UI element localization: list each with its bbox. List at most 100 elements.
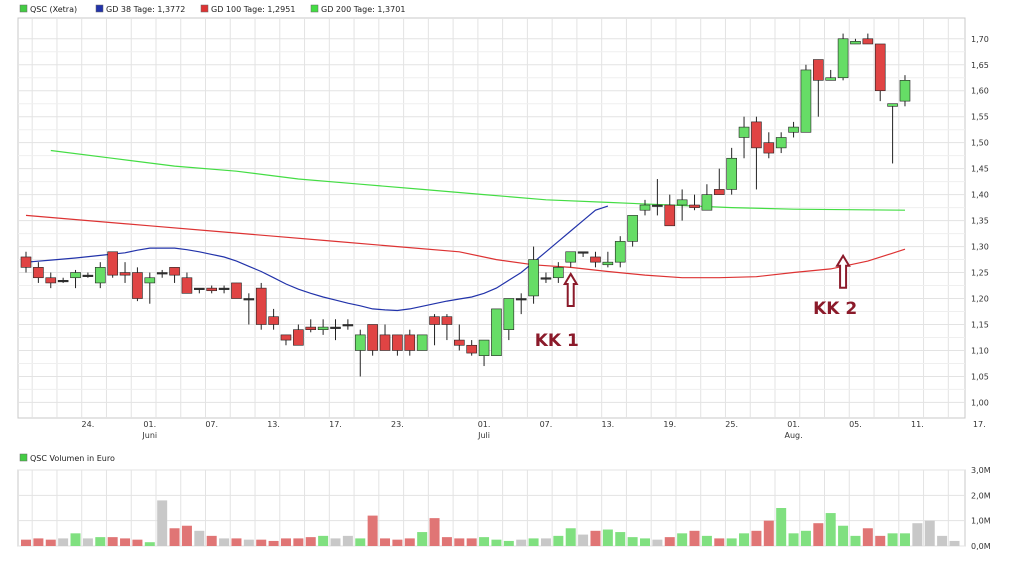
volume-bar <box>268 540 279 546</box>
volume-bar <box>157 500 168 546</box>
candle-body <box>453 339 465 346</box>
volume-bar <box>887 533 898 546</box>
candle-body <box>478 339 490 356</box>
volume-bar <box>342 535 353 546</box>
volume-legend-swatch <box>19 453 28 462</box>
y-tick-label: 1,00 <box>971 398 989 407</box>
candle-body <box>441 316 453 325</box>
candle-body <box>367 324 378 351</box>
volume-bar <box>503 540 514 546</box>
volume-bar <box>578 534 589 546</box>
candle-body <box>293 329 304 346</box>
volume-bar <box>528 538 539 546</box>
volume-bar <box>107 537 118 546</box>
legend-swatch <box>19 4 28 13</box>
y-tick-label: 1,50 <box>971 139 989 148</box>
candle-body <box>528 259 539 297</box>
volume-bar <box>231 538 242 546</box>
y-tick-label: 1,55 <box>971 113 989 122</box>
candle-body <box>305 326 317 330</box>
volume-bar <box>800 530 811 546</box>
volume-bar <box>838 525 849 546</box>
x-month-label: Juni <box>141 431 157 440</box>
candle-body <box>738 126 750 138</box>
x-tick-label: 07. <box>205 420 218 429</box>
y-tick-label: 1,30 <box>971 243 989 252</box>
candle-body <box>119 272 131 276</box>
volume-bar <box>899 533 910 546</box>
candle-body <box>231 282 242 299</box>
volume-bar <box>454 538 465 546</box>
legend-swatch <box>200 4 209 13</box>
x-tick-label: 11. <box>911 420 924 429</box>
candle-body <box>94 267 106 284</box>
y-tick-label: 1,35 <box>971 217 989 226</box>
volume-bar <box>763 520 774 546</box>
legend-swatch <box>95 4 104 13</box>
volume-bar <box>169 528 180 546</box>
candle-body <box>540 277 552 280</box>
volume-bar <box>825 513 836 546</box>
candle-body <box>317 326 329 330</box>
candle-body <box>416 334 428 351</box>
candle-body <box>466 344 477 354</box>
legend-swatch <box>310 4 319 13</box>
volume-bar <box>553 535 564 546</box>
candle-body <box>280 334 292 341</box>
volume-bar <box>479 537 490 546</box>
volume-bar <box>627 537 638 546</box>
candle-body <box>713 189 725 195</box>
y-tick-label: 1,10 <box>971 346 989 355</box>
candle-body <box>676 199 688 206</box>
volume-bar <box>367 515 378 546</box>
volume-bar <box>664 537 675 546</box>
candle-body <box>590 256 601 263</box>
volume-bar <box>677 533 688 546</box>
y-tick-label: 1,45 <box>971 165 989 174</box>
volume-bar <box>95 537 106 546</box>
legend-label: QSC (Xetra) <box>30 5 77 14</box>
volume-bar <box>652 539 663 546</box>
volume-bar <box>590 530 601 546</box>
candle-body <box>429 316 440 325</box>
volume-bar <box>441 537 452 546</box>
candle-body <box>169 267 180 276</box>
volume-bar <box>70 533 81 546</box>
volume-bar <box>120 538 131 546</box>
volume-bar <box>45 539 56 546</box>
annotation-label: KK 2 <box>813 299 857 319</box>
volume-bar <box>739 533 750 546</box>
x-tick-label: 13. <box>601 420 614 429</box>
y-tick-label: 1,20 <box>971 295 989 304</box>
x-month-label: Aug. <box>784 431 802 440</box>
candle-body <box>156 272 168 275</box>
volume-bar <box>194 530 205 546</box>
volume-bar <box>949 540 960 546</box>
volume-bar <box>875 535 886 546</box>
volume-bar <box>788 533 799 546</box>
volume-bar <box>429 518 440 546</box>
x-tick-label: 01. <box>787 420 800 429</box>
volume-bar <box>417 532 428 546</box>
volume-bar <box>293 538 304 546</box>
candle-body <box>268 316 279 325</box>
volume-bar <box>726 538 737 546</box>
candle-body <box>194 287 205 290</box>
x-tick-label: 01. <box>143 420 156 429</box>
chart-svg: QSC (Xetra) GD 38 Tage: 1,3772 GD 100 Tage… <box>17 4 991 551</box>
candle-body <box>82 274 94 277</box>
y-tick-label: 1,60 <box>971 87 989 96</box>
candle-body <box>404 334 416 351</box>
volume-bar <box>132 539 143 546</box>
y-tick-label: 1,70 <box>971 35 989 44</box>
y-tick-label: 1,65 <box>971 61 989 70</box>
volume-bar <box>392 539 403 546</box>
candle-body <box>602 261 614 266</box>
volume-bar <box>243 539 254 546</box>
volume-bar <box>850 535 861 546</box>
legend-label: GD 38 Tage: 1,3772 <box>106 5 185 14</box>
volume-y-tick-label: 0,0M <box>971 542 991 551</box>
candle-body <box>144 277 156 284</box>
volume-bar <box>21 539 31 546</box>
volume-bar <box>256 539 267 546</box>
